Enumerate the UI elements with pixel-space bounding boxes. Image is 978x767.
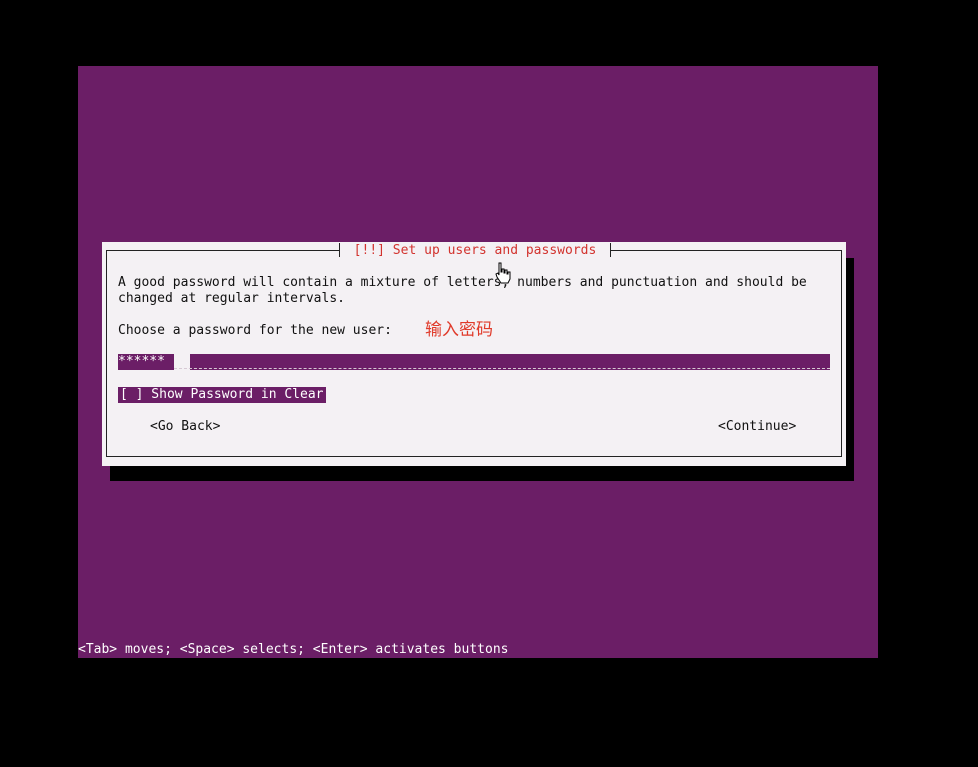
dialog-title: [!!] Set up users and passwords (353, 243, 597, 258)
annotation-label: 输入密码 (425, 320, 493, 340)
description-line-1: A good password will contain a mixture o… (118, 275, 807, 290)
description-line-2: changed at regular intervals. (118, 291, 345, 306)
footer-hint: <Tab> moves; <Space> selects; <Enter> ac… (78, 642, 870, 658)
show-password-checkbox[interactable]: [ ] Show Password in Clear (118, 387, 326, 403)
dialog-title-box: [!!] Set up users and passwords (339, 243, 611, 259)
go-back-button[interactable]: <Go Back> (150, 419, 220, 435)
password-value: ****** (118, 354, 165, 369)
hand-pointer-icon (495, 262, 511, 284)
input-underline (174, 368, 830, 369)
password-prompt: Choose a password for the new user: (118, 323, 392, 338)
password-input[interactable]: ****** (118, 354, 830, 370)
continue-button[interactable]: <Continue> (718, 419, 796, 435)
